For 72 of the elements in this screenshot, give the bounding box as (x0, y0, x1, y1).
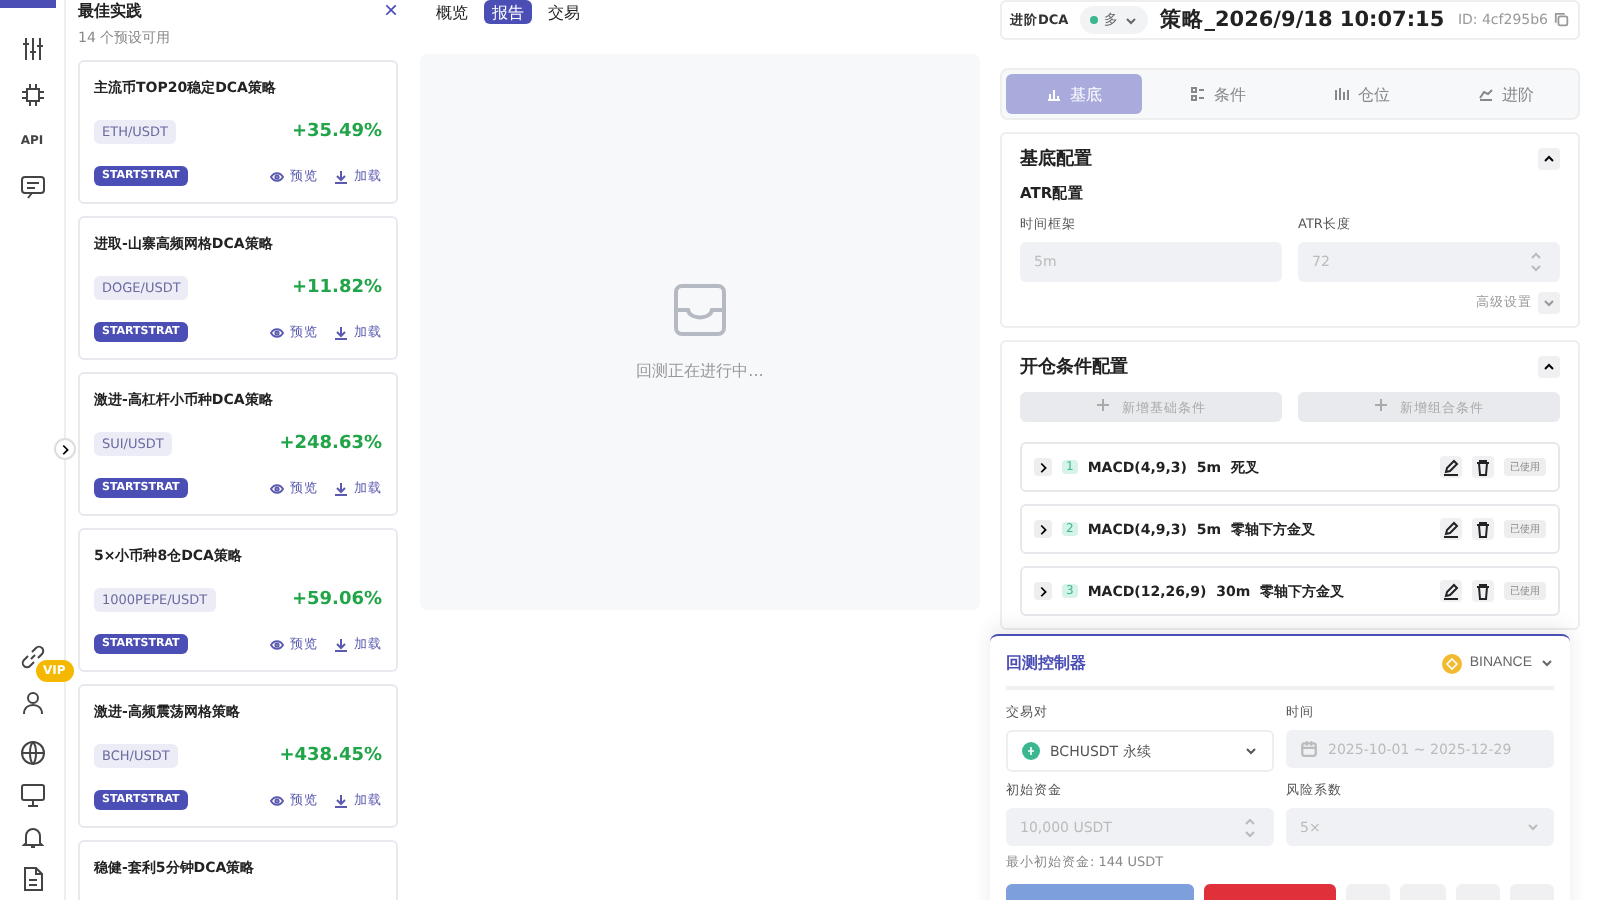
logo-bar (0, 0, 56, 8)
report-tab[interactable]: 报告 (484, 0, 532, 24)
delete-icon[interactable] (1472, 456, 1494, 478)
report-tab[interactable]: 交易 (540, 0, 588, 24)
chevron-down-icon (1124, 13, 1139, 27)
download-icon (334, 325, 348, 339)
globe-icon[interactable] (19, 740, 45, 766)
chevron-down-icon (1542, 296, 1556, 310)
panel-title: 最佳实践 (78, 0, 144, 22)
section-title: 基底配置 (1020, 146, 1092, 172)
expand-button[interactable] (1034, 582, 1052, 600)
eye-icon (270, 325, 284, 339)
return-value: +59.06% (291, 590, 382, 610)
download-icon (334, 793, 348, 807)
chevron-right-icon (1036, 460, 1050, 474)
config-tab[interactable]: 仓位 (1294, 74, 1430, 114)
delete-icon[interactable] (1472, 518, 1494, 540)
return-value: +35.49% (291, 122, 382, 142)
grid-icon (1190, 86, 1206, 102)
chevron-right-icon (58, 442, 72, 456)
coin-icon (1022, 742, 1040, 760)
expand-button[interactable] (1034, 458, 1052, 476)
expand-button[interactable] (1034, 520, 1052, 538)
return-value: +11.82% (291, 278, 382, 298)
eye-icon (270, 481, 284, 495)
plus-icon (1096, 397, 1110, 411)
config-tab[interactable]: 条件 (1150, 74, 1286, 114)
download-icon (334, 637, 348, 651)
user-icon[interactable] (19, 690, 45, 716)
delete-icon[interactable] (1472, 580, 1494, 602)
chevron-right-icon (1036, 522, 1050, 536)
chevron-down-icon (1540, 656, 1554, 670)
edit-icon[interactable] (1440, 456, 1462, 478)
eye-icon (270, 793, 284, 807)
chip-icon[interactable] (19, 82, 45, 108)
collapse-button[interactable] (1538, 356, 1560, 378)
chevron-down-icon (1244, 744, 1258, 758)
strategy-title: 策略_2026/9/18 10:07:15 (1160, 6, 1445, 34)
chevron-up-icon (1542, 152, 1556, 166)
coin-icon (1441, 653, 1462, 673)
edit-icon[interactable] (1440, 580, 1462, 602)
copy-icon[interactable] (1554, 12, 1570, 28)
download-icon (334, 169, 348, 183)
chevron-down-icon (1526, 820, 1540, 834)
document-icon[interactable] (19, 866, 45, 892)
monitor-icon[interactable] (19, 782, 45, 808)
chevron-right-icon (1036, 584, 1050, 598)
expand-button[interactable] (54, 438, 76, 460)
bars-icon (1334, 86, 1350, 102)
eye-icon (270, 637, 284, 651)
link-icon[interactable] (19, 644, 45, 670)
eye-icon (270, 169, 284, 183)
return-value: +438.45% (279, 746, 382, 766)
bell-icon[interactable] (19, 824, 45, 850)
report-tab[interactable]: 概览 (428, 0, 476, 24)
status-text: 回测正在进行中... (636, 359, 764, 381)
chart-icon (1046, 86, 1062, 102)
trend-icon (1478, 86, 1494, 102)
config-tab[interactable]: 进阶 (1438, 74, 1574, 114)
sliders-icon[interactable] (19, 36, 45, 62)
section-title: 开仓条件配置 (1020, 355, 1128, 380)
close-button[interactable]: × (383, 0, 398, 20)
chevron-up-icon (1542, 360, 1556, 374)
chat-icon[interactable] (19, 174, 45, 200)
plus-icon (1374, 397, 1388, 411)
return-value: +248.63% (279, 434, 382, 454)
download-icon (334, 481, 348, 495)
panel-title: 回测控制器 (1006, 652, 1086, 674)
inbox-icon (674, 283, 726, 335)
collapse-button[interactable] (1538, 148, 1560, 170)
edit-icon[interactable] (1440, 518, 1462, 540)
calendar-icon (1300, 740, 1318, 758)
